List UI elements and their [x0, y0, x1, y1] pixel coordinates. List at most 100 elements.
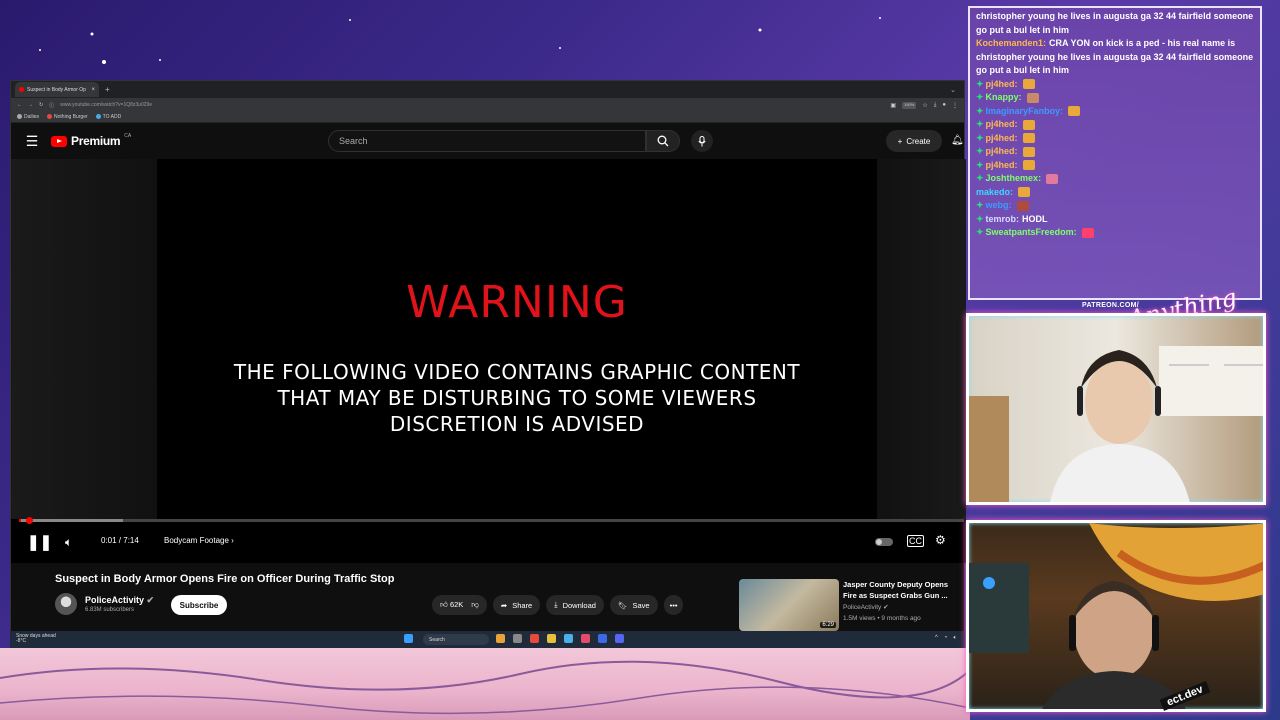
browser-window: Suspect in Body Armor Op × + ⌄ ← → ↻ ⓘ w…	[10, 80, 966, 648]
file-explorer-icon[interactable]	[547, 634, 556, 643]
chat-message: ✦ pj4hed:	[976, 78, 1254, 92]
microphone-icon	[698, 135, 706, 146]
chat-message: ✦ ImaginaryFanboy:	[976, 105, 1254, 119]
chat-username[interactable]: pj4hed:	[986, 119, 1018, 129]
tab-list-chevron-icon[interactable]: ⌄	[950, 86, 956, 94]
chapter-button[interactable]: Bodycam Footage ›	[164, 536, 234, 545]
download-button[interactable]: ⤓ Download	[546, 595, 604, 615]
subscriber-count: 6.83M subscribers	[85, 607, 135, 613]
played-bar	[19, 519, 21, 522]
tray-chevron-icon[interactable]: ^	[935, 635, 938, 642]
chat-badge-icon: ✦	[976, 213, 984, 224]
download-icon[interactable]: ⤓	[934, 102, 937, 109]
recommended-video-title[interactable]: Jasper County Deputy Opens Fire as Suspe…	[843, 579, 961, 601]
chat-message: ✦ SweatpantsFreedom:	[976, 226, 1254, 240]
back-icon[interactable]: ←	[17, 102, 22, 108]
browser-app-icon[interactable]	[530, 634, 539, 643]
taskbar-search[interactable]: Search	[423, 634, 489, 645]
profile-icon[interactable]: ●	[942, 102, 946, 109]
pause-icon[interactable]: ❚❚	[27, 533, 52, 551]
site-info-icon[interactable]: ⓘ	[49, 102, 54, 109]
channel-avatar[interactable]	[55, 593, 77, 615]
chat-badge-icon: ✦	[976, 119, 984, 129]
browser-tab[interactable]: Suspect in Body Armor Op ×	[15, 82, 99, 97]
chat-username[interactable]: pj4hed:	[986, 133, 1018, 143]
chat-username[interactable]: ImaginaryFanboy:	[986, 106, 1064, 116]
screenshot-icon[interactable]: ▣	[890, 102, 896, 109]
app-icon[interactable]	[581, 634, 590, 643]
recommended-video-channel[interactable]: PoliceActivity ✔	[843, 603, 889, 611]
bookmark-star-icon[interactable]: ☆	[922, 102, 927, 109]
scrubber-handle[interactable]	[26, 517, 33, 524]
app-icon[interactable]	[564, 634, 573, 643]
notifications-bell-icon[interactable]: 🔔︎	[951, 135, 964, 146]
video-player[interactable]: WARNING THE FOLLOWING VIDEO CONTAINS GRA…	[11, 159, 966, 563]
download-label: Download	[562, 600, 596, 610]
chat-username[interactable]: temrob:	[986, 214, 1020, 224]
youtube-play-icon	[51, 135, 67, 147]
like-button[interactable]: 👍︎ 62K	[440, 600, 463, 610]
speaker-icon[interactable]: 🔈︎	[953, 635, 957, 642]
chat-username[interactable]: Kochemanden1:	[976, 38, 1046, 48]
taskbar-pinned-apps	[404, 634, 413, 643]
chat-message: ✦ Knappy:	[976, 91, 1254, 105]
chat-username[interactable]: pj4hed:	[986, 79, 1018, 89]
save-button[interactable]: 🔖︎ Save	[609, 595, 658, 615]
autoplay-toggle[interactable]	[875, 538, 893, 546]
chat-badge-icon: ✦	[976, 200, 984, 210]
stream-chat: christopher young he lives in augusta ga…	[968, 6, 1262, 300]
weather-widget[interactable]: Snow days ahead -8°C	[16, 634, 56, 644]
youtube-brand: Premium	[71, 134, 121, 148]
app-icon[interactable]	[598, 634, 607, 643]
url-field[interactable]: www.youtube.com/watch?v=1Q8z3u029e	[60, 102, 152, 108]
chat-badge-icon: ✦	[976, 92, 984, 102]
chat-username[interactable]: makedo:	[976, 187, 1013, 197]
chat-username[interactable]: webg:	[986, 200, 1012, 210]
share-button[interactable]: ➦ Share	[492, 595, 541, 615]
bookmark-to-add[interactable]: TO ADD	[95, 114, 121, 120]
youtube-logo[interactable]: Premium CA	[51, 133, 131, 148]
reload-icon[interactable]: ↻	[39, 102, 43, 108]
recommended-video-thumbnail[interactable]: 6:29	[739, 579, 839, 631]
dislike-button[interactable]: 👎︎	[471, 600, 479, 610]
chat-username[interactable]: Joshthemex:	[986, 173, 1042, 183]
chat-username[interactable]: SweatpantsFreedom:	[986, 227, 1077, 237]
volume-icon[interactable]: 🔈︎	[65, 535, 72, 550]
forward-icon[interactable]: →	[28, 102, 33, 108]
hamburger-menu-icon[interactable]: ☰	[21, 133, 43, 150]
menu-icon[interactable]: ⋮	[952, 102, 958, 109]
windows-start-icon[interactable]	[404, 634, 413, 643]
chat-badge-icon: ✦	[976, 173, 984, 183]
search-input[interactable]: Search	[328, 130, 646, 152]
chat-message: ✦ pj4hed:	[976, 118, 1254, 132]
chat-username[interactable]: Knappy:	[986, 92, 1022, 102]
zoom-level[interactable]: 150%	[902, 101, 917, 109]
system-tray: ^ ◔ 🔈︎	[935, 635, 957, 642]
chat-username[interactable]: pj4hed:	[986, 160, 1018, 170]
channel-name[interactable]: PoliceActivity ✔	[85, 595, 154, 606]
task-view-icon[interactable]	[513, 634, 522, 643]
create-button[interactable]: + Create	[886, 130, 942, 152]
bookmark-nothing-burger[interactable]: Nothing Burger	[47, 114, 88, 120]
recommended-video-duration: 6:29	[820, 622, 836, 628]
new-tab-icon[interactable]: +	[105, 85, 110, 94]
voice-search-button[interactable]	[691, 130, 713, 152]
webcam-person-one	[969, 346, 1263, 502]
search-button[interactable]	[646, 130, 680, 152]
bookmark-icon: 🔖︎	[617, 600, 628, 610]
landscape-app-icon[interactable]	[496, 634, 505, 643]
bookmark-dailies[interactable]: Dailies	[17, 114, 39, 120]
close-tab-icon[interactable]: ×	[91, 87, 95, 93]
captions-icon[interactable]: CC	[907, 535, 924, 547]
progress-bar[interactable]	[19, 517, 964, 524]
subscribe-button[interactable]: Subscribe	[171, 595, 227, 615]
like-count: 62K	[449, 600, 464, 609]
more-actions-button[interactable]: •••	[663, 595, 684, 615]
discord-icon[interactable]	[615, 634, 624, 643]
chat-username[interactable]: pj4hed:	[986, 146, 1018, 156]
share-icon: ➦	[500, 600, 508, 610]
video-title: Suspect in Body Armor Opens Fire on Offi…	[55, 573, 395, 585]
network-icon[interactable]: ◔	[944, 635, 948, 642]
video-actions: 👍︎ 62K 👎︎ ➦ Share ⤓ Download 🔖︎ Save •••	[432, 595, 684, 615]
settings-gear-icon[interactable]: ⚙	[935, 533, 946, 547]
